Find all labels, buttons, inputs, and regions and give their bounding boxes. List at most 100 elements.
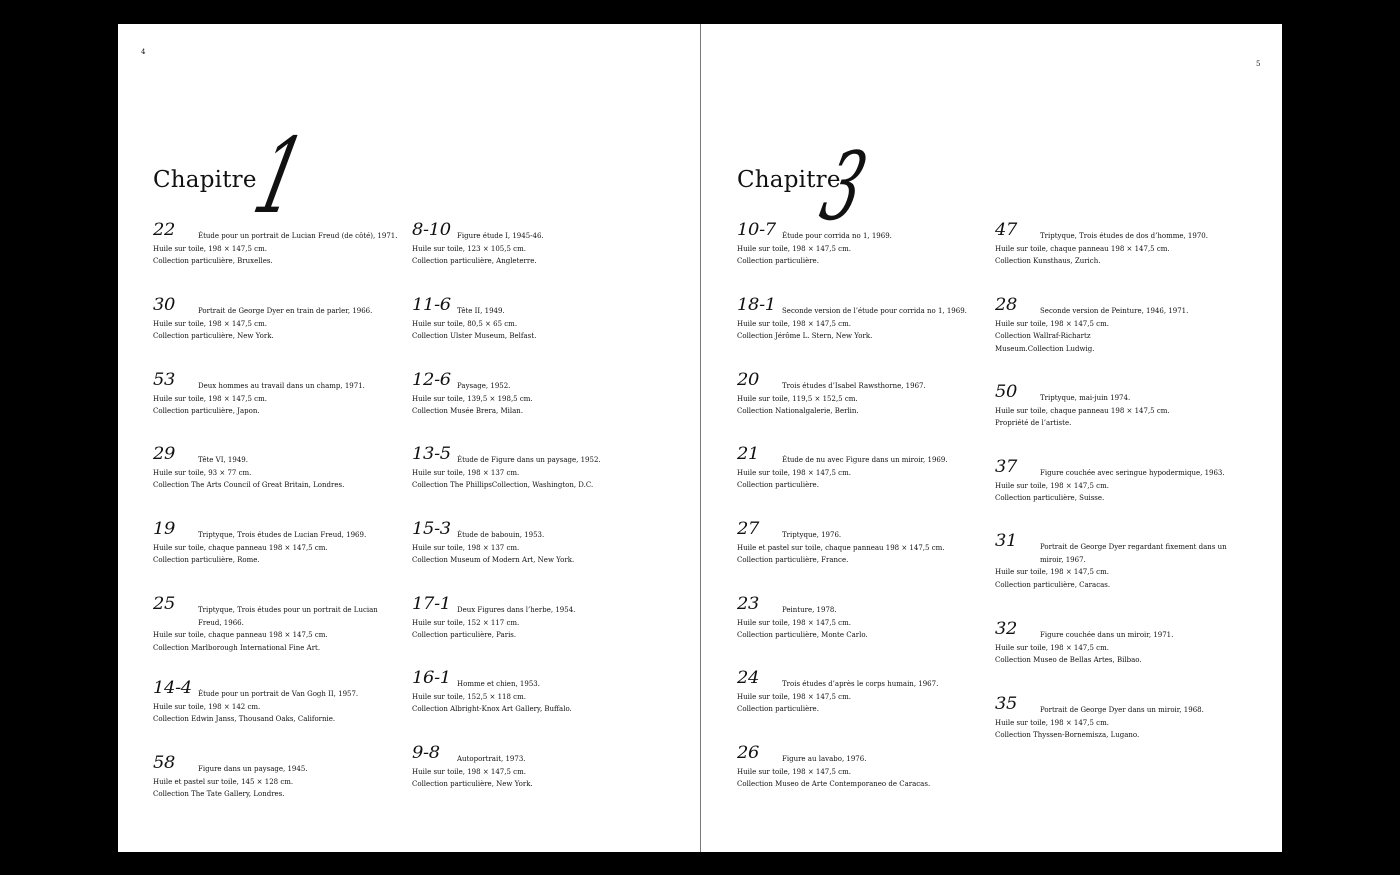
catalog-entry: 37 Figure couchée avec seringue hypodermi… bbox=[995, 459, 1245, 505]
artwork-collection: Collection The PhillipsCollection, Washi… bbox=[412, 481, 594, 489]
plate-number: 9-8 bbox=[412, 743, 440, 763]
artwork-collection: Collection The Arts Council of Great Bri… bbox=[153, 481, 345, 489]
entry-head: 23 Peinture, 1978. bbox=[737, 596, 987, 617]
plate-number: 24 bbox=[737, 668, 760, 688]
artwork-title: Tête VI, 1949. bbox=[198, 456, 248, 464]
artwork-title: Triptyque, mai-juin 1974. bbox=[1040, 394, 1131, 402]
plate-number: 37 bbox=[995, 457, 1018, 477]
plate-number: 22 bbox=[153, 220, 176, 240]
entry-head: 8-10 Figure étude I, 1945-46. bbox=[412, 222, 662, 243]
entry-head: 22 Étude pour un portrait de Lucian Freud… bbox=[153, 222, 403, 243]
artwork-medium: Huile sur toile, 198 × 147,5 cm. bbox=[995, 643, 1109, 652]
artwork-title: Triptyque, Trois études de Lucian Freud,… bbox=[198, 531, 367, 539]
artwork-title: Étude pour un portrait de Lucian Freud (… bbox=[198, 232, 398, 240]
plate-number: 32 bbox=[995, 619, 1018, 639]
artwork-title: Figure couchée dans un miroir, 1971. bbox=[1040, 631, 1174, 639]
artwork-collection: Collection particulière. bbox=[737, 257, 819, 265]
plate-number: 30 bbox=[153, 295, 176, 315]
artwork-medium: Huile sur toile, 198 × 147,5 cm. bbox=[412, 767, 526, 776]
catalog-entry: 32 Figure couchée dans un miroir, 1971. Hu… bbox=[995, 621, 1245, 667]
catalog-entry: 14-4 Étude pour un portrait de Van Gogh I… bbox=[153, 680, 403, 726]
artwork-medium: Huile sur toile, 198 × 142 cm. bbox=[153, 702, 261, 711]
catalog-entry: 47 Triptyque, Trois études de dos d’homme… bbox=[995, 222, 1245, 268]
artwork-title: Trois études d’Isabel Rawsthorne, 1967. bbox=[782, 382, 926, 390]
plate-number: 19 bbox=[153, 519, 176, 539]
catalog-entry: 31 Portrait de George Dyer regardant fixe… bbox=[995, 533, 1245, 591]
artwork-title: Étude de nu avec Figure dans un miroir, … bbox=[782, 456, 948, 464]
plate-number: 13-5 bbox=[412, 444, 451, 464]
artwork-collection: Collection particulière, France. bbox=[737, 556, 849, 564]
plate-number: 11-6 bbox=[412, 295, 451, 315]
artwork-collection: Collection Kunsthaus, Zurich. bbox=[995, 257, 1101, 265]
entry-head: 12-6 Paysage, 1952. bbox=[412, 372, 662, 393]
catalog-entry: 10-7 Étude pour corrida no 1, 1969. Huile … bbox=[737, 222, 987, 268]
artwork-medium: Huile sur toile, 152 × 117 cm. bbox=[412, 618, 520, 627]
entry-head: 37 Figure couchée avec seringue hypodermi… bbox=[995, 459, 1245, 480]
plate-number: 20 bbox=[737, 370, 760, 390]
artwork-collection: Collection Museo de Arte Contemporaneo d… bbox=[737, 780, 931, 788]
artwork-medium: Huile sur toile, 198 × 147,5 cm. bbox=[153, 394, 267, 403]
plate-number: 12-6 bbox=[412, 370, 451, 390]
artwork-collection: Collection The Tate Gallery, Londres. bbox=[153, 790, 285, 798]
artwork-collection: Collection Thyssen-Bornemisza, Lugano. bbox=[995, 731, 1140, 739]
catalog-entry: 11-6 Tête II, 1949. Huile sur toile, 80,5 … bbox=[412, 297, 662, 343]
plate-number: 26 bbox=[737, 743, 760, 763]
artwork-collection: Collection particulière, Suisse. bbox=[995, 494, 1105, 502]
artwork-collection: Collection particulière. bbox=[737, 481, 819, 489]
artwork-medium: Huile sur toile, 198 × 147,5 cm. bbox=[995, 568, 1109, 576]
artwork-title: Triptyque, Trois études de dos d’homme, … bbox=[1040, 232, 1208, 240]
artwork-medium: Huile sur toile, 93 × 77 cm. bbox=[153, 468, 252, 477]
entry-head: 50 Triptyque, mai-juin 1974. bbox=[995, 384, 1245, 405]
catalog-entry: 9-8 Autoportrait, 1973. Huile sur toile, 1… bbox=[412, 745, 662, 791]
catalog-entry: 26 Figure au lavabo, 1976. Huile sur toile… bbox=[737, 745, 987, 791]
catalog-entry: 58 Figure dans un paysage, 1945. Huile et … bbox=[153, 755, 403, 801]
entry-head: 13-5 Étude de Figure dans un paysage, 195… bbox=[412, 446, 662, 467]
entry-head: 19 Triptyque, Trois études de Lucian Freu… bbox=[153, 521, 403, 542]
artwork-medium: Huile sur toile, 198 × 137 cm. bbox=[412, 468, 520, 477]
artwork-medium: Huile sur toile, 198 × 137 cm. bbox=[412, 543, 520, 552]
plate-number: 18-1 bbox=[737, 295, 776, 315]
artwork-medium: Huile sur toile, 198 × 147,5 cm. bbox=[153, 244, 267, 253]
plate-number: 14-4 bbox=[153, 678, 192, 698]
catalog-entry: 35 Portrait de George Dyer dans un miroir… bbox=[995, 696, 1245, 742]
artwork-medium: Huile sur toile, chaque panneau 198 × 14… bbox=[153, 543, 328, 552]
artwork-medium: Huile sur toile, chaque panneau 198 × 14… bbox=[995, 406, 1170, 415]
plate-number: 58 bbox=[153, 753, 176, 773]
catalog-entry: 27 Triptyque, 1976. Huile et pastel sur to… bbox=[737, 521, 987, 567]
artwork-medium: Huile sur toile, 198 × 147,5 cm. bbox=[737, 468, 851, 477]
catalog-entry: 25 Triptyque, Trois études pour un portra… bbox=[153, 596, 403, 654]
catalog-entry: 22 Étude pour un portrait de Lucian Freud… bbox=[153, 222, 403, 268]
artwork-collection: Collection particulière, Paris. bbox=[412, 631, 517, 639]
artwork-collection: Collection particulière. bbox=[737, 705, 819, 713]
artwork-collection: Collection Marlborough International Fin… bbox=[153, 643, 321, 652]
plate-number: 28 bbox=[995, 295, 1018, 315]
artwork-collection: Propriété de l’artiste. bbox=[995, 419, 1072, 427]
entry-head: 11-6 Tête II, 1949. bbox=[412, 297, 662, 318]
artwork-title: Trois études d’après le corps humain, 19… bbox=[782, 680, 939, 688]
artwork-medium: Huile sur toile, 139,5 × 198,5 cm. bbox=[412, 394, 533, 403]
plate-number: 53 bbox=[153, 370, 176, 390]
artwork-title: Peinture, 1978. bbox=[782, 606, 837, 614]
artwork-medium: Huile sur toile, chaque panneau 198 × 14… bbox=[153, 631, 328, 639]
entry-head: 28 Seconde version de Peinture, 1946, 197… bbox=[995, 297, 1245, 318]
plate-number: 25 bbox=[153, 594, 176, 614]
artwork-title: Seconde version de Peinture, 1946, 1971. bbox=[1040, 307, 1189, 315]
artwork-collection: Collection particulière, Caracas. bbox=[995, 580, 1111, 589]
plate-number: 17-1 bbox=[412, 594, 451, 614]
artwork-medium: Huile sur toile, 198 × 147,5 cm. bbox=[995, 481, 1109, 490]
entry-head: 16-1 Homme et chien, 1953. bbox=[412, 670, 662, 691]
entry-head: 15-3 Étude de babouin, 1953. bbox=[412, 521, 662, 542]
artwork-collection: Collection Edwin Janss, Thousand Oaks, C… bbox=[153, 715, 336, 723]
artwork-collection: Collection Museo de Bellas Artes, Bilbao… bbox=[995, 656, 1142, 664]
artwork-collection: Collection Musée Brera, Milan. bbox=[412, 407, 524, 415]
catalog-entry: 21 Étude de nu avec Figure dans un miroir… bbox=[737, 446, 987, 492]
plate-number: 50 bbox=[995, 382, 1018, 402]
artwork-collection: Collection Jérôme L. Stern, New York. bbox=[737, 332, 873, 340]
artwork-title: Figure dans un paysage, 1945. bbox=[198, 765, 308, 773]
artwork-medium: Huile sur toile, 198 × 147,5 cm. bbox=[737, 692, 851, 701]
artwork-medium: Huile et pastel sur toile, chaque pannea… bbox=[737, 543, 945, 552]
entry-head: 58 Figure dans un paysage, 1945. bbox=[153, 755, 403, 776]
artwork-title: Figure au lavabo, 1976. bbox=[782, 755, 867, 763]
artwork-title: Autoportrait, 1973. bbox=[457, 755, 526, 763]
catalog-entry: 28 Seconde version de Peinture, 1946, 197… bbox=[995, 297, 1245, 355]
